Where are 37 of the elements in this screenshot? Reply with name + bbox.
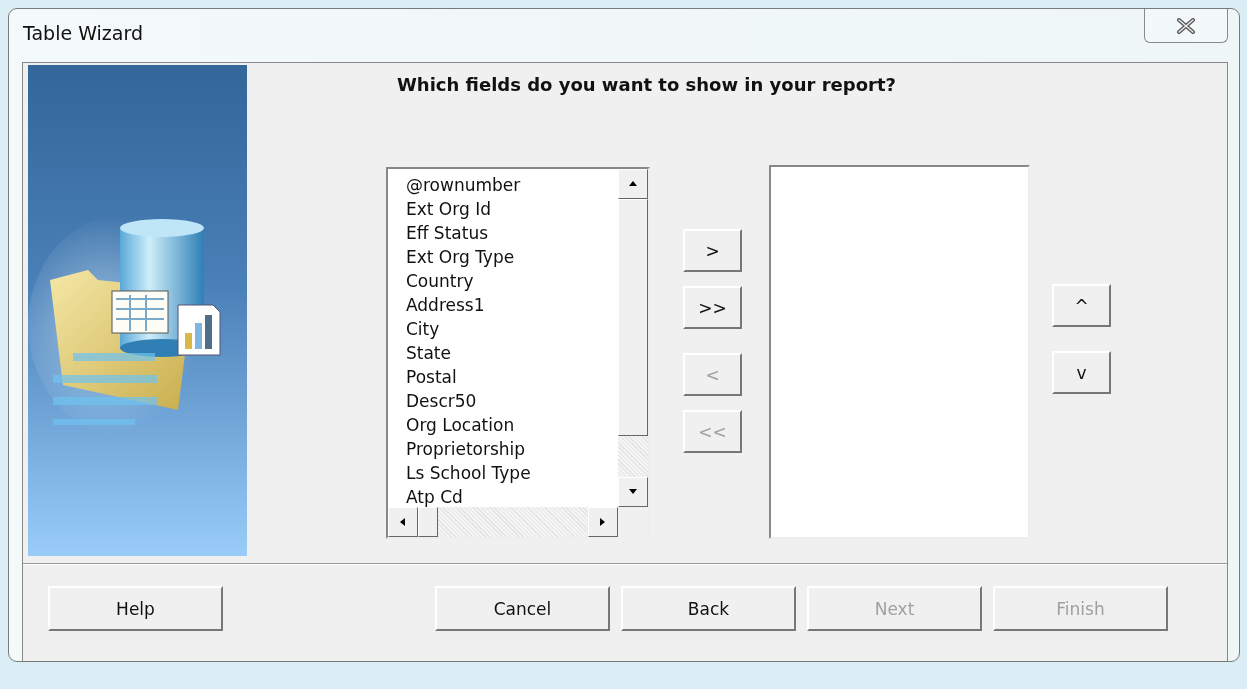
field-list-item[interactable]: Atp Cd [404, 485, 618, 507]
scroll-left-button[interactable] [388, 507, 418, 537]
dialog-button[interactable]: Cancel [435, 586, 610, 631]
scroll-down-button[interactable] [618, 477, 648, 507]
arrow-button[interactable]: ^ [1052, 284, 1111, 327]
vertical-scrollbar[interactable] [618, 169, 648, 507]
field-list-item[interactable]: Postal [404, 365, 618, 389]
field-list-item[interactable]: Country [404, 269, 618, 293]
field-list-item[interactable]: Proprietorship [404, 437, 618, 461]
arrow-button[interactable]: > [683, 229, 742, 272]
triangle-arrow-icon [398, 517, 408, 527]
available-fields-list[interactable]: @rownumber Ext Org Id Eff Status Ext Org Type Country Address1 City State Postal Descr50 Org Location Proprietorship Ls School Type Atp Cd [386, 167, 650, 539]
field-list-item[interactable]: @rownumber [404, 173, 618, 197]
field-list-item[interactable]: Descr50 [404, 389, 618, 413]
field-list-item[interactable]: Org Location [404, 413, 618, 437]
arrow-button[interactable]: v [1052, 351, 1111, 394]
field-list-item[interactable]: State [404, 341, 618, 365]
wizard-question: Which fields do you want to show in your report? [397, 74, 897, 95]
triangle-arrow-icon [628, 179, 638, 189]
field-list-item[interactable]: City [404, 317, 618, 341]
scroll-up-button[interactable] [618, 169, 648, 199]
arrow-button[interactable]: >> [683, 286, 742, 329]
field-list-item[interactable]: Address1 [404, 293, 618, 317]
scrollbar-thumb[interactable] [418, 507, 438, 537]
dialog-button[interactable]: Back [621, 586, 796, 631]
field-list-item[interactable]: Ext Org Type [404, 245, 618, 269]
horizontal-scrollbar[interactable] [388, 507, 618, 537]
field-list-item[interactable]: Ls School Type [404, 461, 618, 485]
window-title: Table Wizard [23, 22, 143, 44]
scrollbar-thumb[interactable] [618, 199, 648, 436]
selected-fields-list[interactable] [769, 165, 1030, 539]
field-list-item[interactable]: Eff Status [404, 221, 618, 245]
dialog-button[interactable]: Help [48, 586, 223, 631]
scroll-right-button[interactable] [588, 507, 618, 537]
close-icon [1175, 17, 1197, 34]
field-list-item[interactable]: Ext Org Id [404, 197, 618, 221]
close-button[interactable] [1144, 9, 1228, 43]
